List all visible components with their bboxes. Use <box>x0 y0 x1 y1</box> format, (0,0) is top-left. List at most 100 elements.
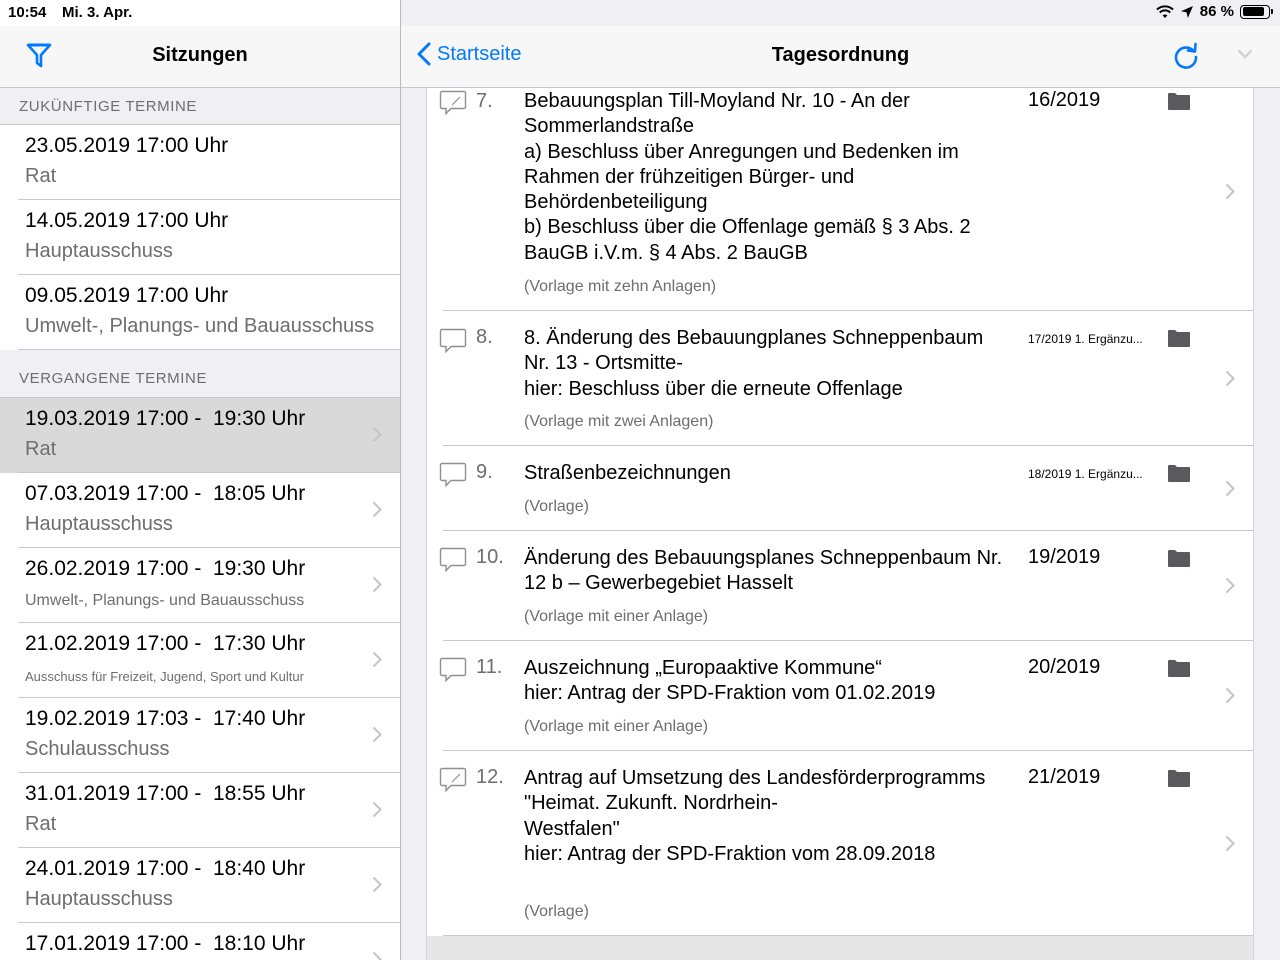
agenda-list: 7. Bebauungsplan Till-Moyland Nr. 10 - A… <box>426 88 1254 960</box>
app: 10:54 Mi. 3. Apr. 86 % Sitzungen ZUKÜNFT… <box>0 0 1280 960</box>
agenda-item[interactable]: 9. Straßenbezeichnungen (Vorlage) 18/201… <box>427 446 1253 531</box>
agenda-item-partial[interactable] <box>427 936 1253 960</box>
session-datetime: 07.03.2019 17:00 - 18:05 Uhr <box>25 482 306 505</box>
comment-note-icon[interactable] <box>439 767 467 793</box>
session-body: Umwelt-, Planungs- und Bauausschuss <box>25 592 305 609</box>
session-datetime: 09.05.2019 17:00 Uhr <box>25 284 229 307</box>
agenda-reference: 16/2019 <box>1028 89 1101 111</box>
session-row[interactable]: 17.01.2019 17:00 - 18:10 Uhr <box>0 923 400 960</box>
chevron-right-icon <box>1225 577 1235 594</box>
agenda-item[interactable]: 8. 8. Änderung des Bebauungplanes Schnep… <box>427 311 1253 446</box>
chevron-right-icon <box>372 501 382 518</box>
session-body: Umwelt-, Planungs- und Bauausschuss <box>25 315 375 337</box>
session-datetime: 14.05.2019 17:00 Uhr <box>25 209 229 232</box>
session-body: Rat <box>25 165 57 187</box>
session-datetime: 19.03.2019 17:00 - 19:30 Uhr <box>25 407 306 430</box>
session-row[interactable]: 07.03.2019 17:00 - 18:05 Uhr Hauptaussch… <box>0 473 400 548</box>
agenda-title: Straßenbezeichnungen <box>524 462 731 484</box>
session-row[interactable]: 23.05.2019 17:00 Uhr Rat <box>0 125 400 200</box>
section-header-upcoming: ZUKÜNFTIGE TERMINE <box>0 88 400 125</box>
agenda-note: (Vorlage mit zwei Anlagen) <box>524 413 714 430</box>
folder-icon[interactable] <box>1168 660 1190 677</box>
agenda-item[interactable]: 7. Bebauungsplan Till-Moyland Nr. 10 - A… <box>427 88 1253 311</box>
session-body: Schulausschuss <box>25 738 170 760</box>
status-right: 86 % <box>1156 3 1273 20</box>
agenda-item[interactable]: 12. Antrag auf Umsetzung des Landesförde… <box>427 751 1253 936</box>
agenda-reference: 18/2019 1. Ergänzu... <box>1028 467 1143 481</box>
agenda-item[interactable]: 11. Auszeichnung „Europaaktive Kommune“ … <box>427 641 1253 751</box>
wifi-icon <box>1156 4 1174 18</box>
agenda-reference: 17/2019 1. Ergänzu... <box>1028 332 1143 346</box>
session-row[interactable]: 19.02.2019 17:03 - 17:40 Uhr Schulaussch… <box>0 698 400 773</box>
session-row[interactable]: 21.02.2019 17:00 - 17:30 Uhr Ausschuss f… <box>0 623 400 698</box>
comment-icon[interactable] <box>439 328 467 354</box>
chevron-right-icon <box>372 576 382 593</box>
agenda-title: Änderung des Bebauungsplanes Schneppenba… <box>524 547 1003 595</box>
session-body: Hauptausschuss <box>25 513 173 535</box>
master-nav-bar: Sitzungen <box>0 26 400 88</box>
session-row[interactable]: 31.01.2019 17:00 - 18:55 Uhr Rat <box>0 773 400 848</box>
agenda-title: Auszeichnung „Europaaktive Kommune“ hier… <box>524 657 936 705</box>
agenda-title: 8. Änderung des Bebauungplanes Schneppen… <box>524 327 984 400</box>
location-arrow-icon <box>1180 5 1193 18</box>
agenda-reference: 20/2019 <box>1028 656 1101 678</box>
agenda-number: 12. <box>476 766 504 788</box>
session-body: Rat <box>25 438 57 460</box>
agenda-reference: 19/2019 <box>1028 546 1101 568</box>
chevron-right-icon <box>1225 370 1235 387</box>
agenda-number: 9. <box>476 461 493 483</box>
status-time: 10:54 <box>8 4 47 21</box>
session-datetime: 26.02.2019 17:00 - 19:30 Uhr <box>25 557 306 580</box>
battery-icon <box>1240 4 1273 19</box>
chevron-right-icon <box>372 801 382 818</box>
master-title: Sitzungen <box>152 44 248 66</box>
agenda-reference: 21/2019 <box>1028 766 1101 788</box>
session-datetime: 31.01.2019 17:00 - 18:55 Uhr <box>25 782 306 805</box>
chevron-right-icon <box>1225 480 1235 497</box>
session-datetime: 21.02.2019 17:00 - 17:30 Uhr <box>25 632 306 655</box>
chevron-down-icon[interactable] <box>1237 48 1253 60</box>
folder-icon[interactable] <box>1168 770 1190 787</box>
chevron-right-icon <box>372 651 382 668</box>
agenda-note: (Vorlage mit einer Anlage) <box>524 718 709 735</box>
session-row[interactable]: 24.01.2019 17:00 - 18:40 Uhr Hauptaussch… <box>0 848 400 923</box>
refresh-icon[interactable] <box>1171 41 1201 71</box>
folder-icon[interactable] <box>1168 93 1190 110</box>
session-body: Rat <box>25 813 57 835</box>
folder-icon[interactable] <box>1168 330 1190 347</box>
chevron-right-icon <box>1225 687 1235 704</box>
agenda-number: 8. <box>476 326 493 348</box>
chevron-right-icon <box>1225 835 1235 852</box>
master-pane: Sitzungen ZUKÜNFTIGE TERMINE 23.05.2019 … <box>0 0 400 960</box>
battery-percent: 86 % <box>1199 3 1234 20</box>
session-datetime: 17.01.2019 17:00 - 18:10 Uhr <box>25 932 306 955</box>
folder-icon[interactable] <box>1168 465 1190 482</box>
battery-fill <box>1242 7 1264 16</box>
chevron-right-icon <box>372 726 382 743</box>
status-date: Mi. 3. Apr. <box>62 4 133 21</box>
session-row[interactable]: 14.05.2019 17:00 Uhr Hauptausschuss <box>0 200 400 275</box>
chevron-right-icon <box>372 426 382 443</box>
session-row-selected[interactable]: 19.03.2019 17:00 - 19:30 Uhr Rat <box>0 398 400 473</box>
session-row[interactable]: 09.05.2019 17:00 Uhr Umwelt-, Planungs- … <box>0 275 400 350</box>
agenda-title: Antrag auf Umsetzung des Landesförderpro… <box>524 767 986 865</box>
session-datetime: 23.05.2019 17:00 Uhr <box>25 134 229 157</box>
session-row[interactable]: 26.02.2019 17:00 - 19:30 Uhr Umwelt-, Pl… <box>0 548 400 623</box>
session-body: Hauptausschuss <box>25 240 173 262</box>
comment-icon[interactable] <box>439 462 467 488</box>
comment-icon[interactable] <box>439 657 467 683</box>
folder-icon[interactable] <box>1168 550 1190 567</box>
agenda-number: 10. <box>476 546 504 568</box>
agenda-note: (Vorlage mit zehn Anlagen) <box>524 278 717 295</box>
agenda-item[interactable]: 10. Änderung des Bebauungsplanes Schnepp… <box>427 531 1253 641</box>
agenda-note: (Vorlage mit einer Anlage) <box>524 608 709 625</box>
agenda-note: (Vorlage) <box>524 498 589 515</box>
chevron-right-icon <box>1225 183 1235 200</box>
agenda-title: Bebauungsplan Till-Moyland Nr. 10 - An d… <box>524 90 971 264</box>
comment-note-icon[interactable] <box>439 90 467 116</box>
comment-icon[interactable] <box>439 547 467 573</box>
detail-title: Tagesordnung <box>771 44 910 66</box>
agenda-number: 7. <box>476 90 493 112</box>
detail-nav-bar: Startseite Tagesordnung <box>401 26 1280 88</box>
chevron-right-icon <box>372 876 382 893</box>
